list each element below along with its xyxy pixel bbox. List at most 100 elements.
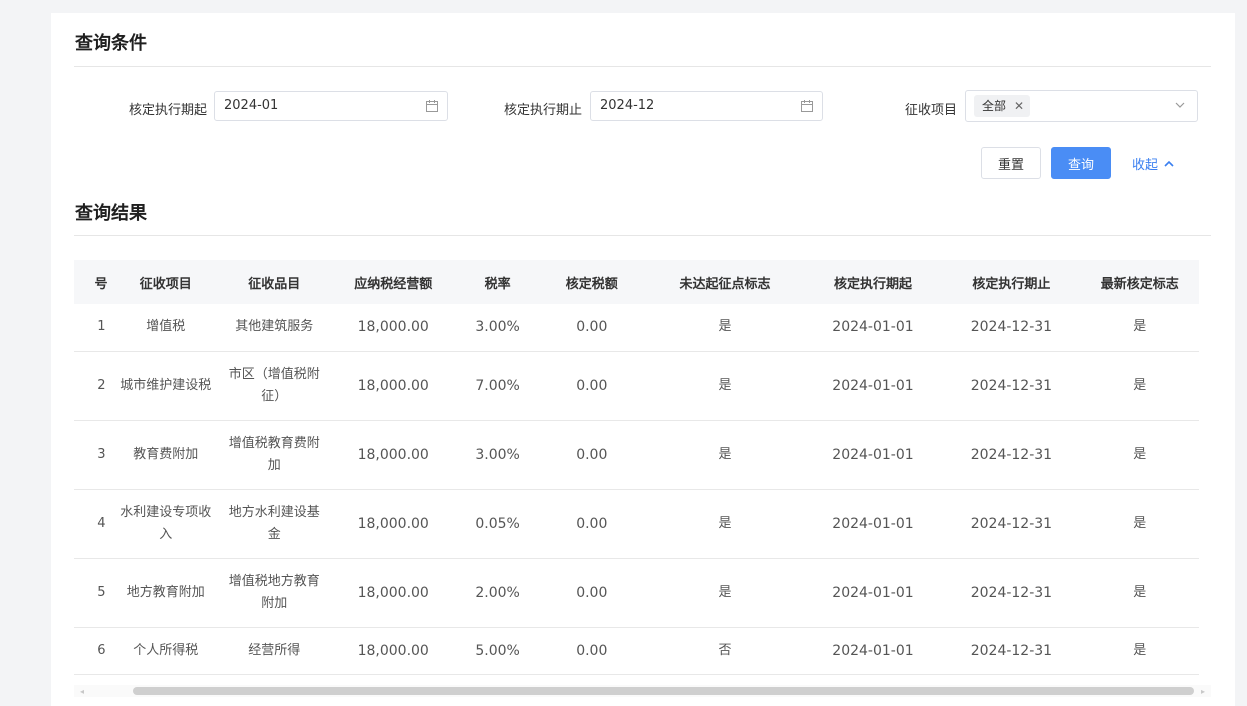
cell-tax: 0.00 [537, 304, 647, 352]
start-period-input[interactable]: 2024-01 [214, 91, 448, 121]
row-number: 3 [74, 420, 112, 490]
cell-tax: 0.00 [537, 627, 647, 675]
cell-threshold-flag: 是 [646, 304, 804, 352]
cell-item: 城市维护建设税 [111, 351, 220, 421]
end-period-label: 核定执行期止 [503, 103, 582, 118]
cell-tax: 0.00 [537, 489, 647, 559]
cell-end: 2024-12-31 [942, 627, 1081, 675]
results-table-container: 号 征收项目 征收品目 应纳税经营额 税率 核定税额 未达起征点标志 核定执行期… [74, 260, 1211, 685]
cell-threshold-flag: 是 [646, 351, 804, 421]
collapse-toggle[interactable]: 收起 [1132, 154, 1174, 173]
cell-sub-item: 地方水利建设基金 [219, 489, 329, 559]
calendar-icon [801, 100, 813, 112]
row-number: 4 [74, 489, 112, 559]
cell-rate: 3.00% [457, 304, 538, 352]
query-button[interactable]: 查询 [1051, 147, 1111, 179]
cell-rate: 5.00% [457, 627, 538, 675]
table-row[interactable]: 3 教育费附加 增值税教育费附加 18,000.00 3.00% 0.00 是 … [74, 420, 1199, 490]
column-header: 征收品目 [219, 260, 329, 304]
cell-end: 2024-12-31 [942, 558, 1081, 628]
cell-item: 地方教育附加 [111, 558, 220, 628]
results-section-title: 查询结果 [75, 203, 147, 224]
cell-end: 2024-12-31 [942, 304, 1081, 352]
row-number: 5 [74, 558, 112, 628]
table-header-row: 号 征收项目 征收品目 应纳税经营额 税率 核定税额 未达起征点标志 核定执行期… [74, 260, 1199, 304]
cell-threshold-flag: 是 [646, 489, 804, 559]
collection-item-label: 征收项目 [904, 103, 957, 118]
results-table: 号 征收项目 征收品目 应纳税经营额 税率 核定税额 未达起征点标志 核定执行期… [74, 260, 1199, 675]
results-divider [74, 235, 1211, 236]
selected-tag: 全部 ✕ [974, 95, 1031, 117]
cell-tax: 0.00 [537, 558, 647, 628]
cell-sub-item: 增值税教育费附加 [219, 420, 329, 490]
cell-rate: 7.00% [457, 351, 538, 421]
cell-latest-flag: 是 [1080, 489, 1199, 559]
scrollbar-thumb[interactable] [133, 687, 1194, 695]
horizontal-scrollbar[interactable]: ◂ ▸ [74, 685, 1211, 697]
cell-amount: 18,000.00 [328, 558, 458, 628]
cell-amount: 18,000.00 [328, 351, 458, 421]
table-row[interactable]: 6 个人所得税 经营所得 18,000.00 5.00% 0.00 否 2024… [74, 627, 1199, 675]
main-card: 查询条件 核定执行期起 2024-01 核定执行期止 2024-12 征收项目 … [51, 13, 1235, 706]
cell-latest-flag: 是 [1080, 627, 1199, 675]
table-row[interactable]: 1 增值税 其他建筑服务 18,000.00 3.00% 0.00 是 2024… [74, 304, 1199, 352]
column-header: 征收项目 [111, 260, 220, 304]
cell-start: 2024-01-01 [803, 558, 943, 628]
row-number: 6 [74, 627, 112, 675]
cell-sub-item: 经营所得 [219, 627, 329, 675]
cell-latest-flag: 是 [1080, 351, 1199, 421]
cell-amount: 18,000.00 [328, 304, 458, 352]
column-header: 未达起征点标志 [646, 260, 804, 304]
cell-amount: 18,000.00 [328, 420, 458, 490]
cell-rate: 3.00% [457, 420, 538, 490]
cell-end: 2024-12-31 [942, 351, 1081, 421]
column-header: 核定执行期起 [803, 260, 943, 304]
cell-start: 2024-01-01 [803, 489, 943, 559]
cell-latest-flag: 是 [1080, 304, 1199, 352]
cell-end: 2024-12-31 [942, 420, 1081, 490]
cell-end: 2024-12-31 [942, 489, 1081, 559]
cell-sub-item: 增值税地方教育附加 [219, 558, 329, 628]
end-period-input[interactable]: 2024-12 [590, 91, 823, 121]
column-header: 应纳税经营额 [328, 260, 458, 304]
cell-rate: 0.05% [457, 489, 538, 559]
cell-rate: 2.00% [457, 558, 538, 628]
table-row[interactable]: 5 地方教育附加 增值税地方教育附加 18,000.00 2.00% 0.00 … [74, 558, 1199, 628]
start-period-value: 2024-01 [224, 98, 279, 113]
cell-threshold-flag: 是 [646, 558, 804, 628]
calendar-icon [426, 100, 438, 112]
cell-amount: 18,000.00 [328, 489, 458, 559]
scroll-right-icon[interactable]: ▸ [1201, 687, 1205, 696]
cell-tax: 0.00 [537, 351, 647, 421]
cell-start: 2024-01-01 [803, 627, 943, 675]
row-number: 1 [74, 304, 112, 352]
end-period-value: 2024-12 [600, 98, 655, 113]
table-row[interactable]: 4 水利建设专项收入 地方水利建设基金 18,000.00 0.05% 0.00… [74, 489, 1199, 559]
query-section-title: 查询条件 [75, 33, 147, 54]
cell-start: 2024-01-01 [803, 420, 943, 490]
collapse-label: 收起 [1132, 158, 1159, 173]
chevron-up-icon [1164, 160, 1174, 167]
cell-tax: 0.00 [537, 420, 647, 490]
cell-latest-flag: 是 [1080, 420, 1199, 490]
column-header: 核定执行期止 [942, 260, 1081, 304]
query-divider [74, 66, 1211, 67]
row-number: 2 [74, 351, 112, 421]
column-header: 最新核定标志 [1080, 260, 1199, 304]
reset-button[interactable]: 重置 [981, 147, 1041, 179]
cell-threshold-flag: 否 [646, 627, 804, 675]
table-row[interactable]: 2 城市维护建设税 市区（增值税附征） 18,000.00 7.00% 0.00… [74, 351, 1199, 421]
cell-sub-item: 其他建筑服务 [219, 304, 329, 352]
column-header: 税率 [457, 260, 538, 304]
cell-item: 增值税 [111, 304, 220, 352]
cell-item: 个人所得税 [111, 627, 220, 675]
scroll-left-icon[interactable]: ◂ [80, 687, 84, 696]
close-icon[interactable]: ✕ [1014, 95, 1024, 117]
collection-item-select[interactable]: 全部 ✕ [965, 90, 1198, 122]
cell-threshold-flag: 是 [646, 420, 804, 490]
start-period-label: 核定执行期起 [128, 103, 207, 118]
column-header: 核定税额 [537, 260, 647, 304]
selected-tag-label: 全部 [982, 99, 1007, 113]
chevron-down-icon [1175, 102, 1185, 108]
cell-latest-flag: 是 [1080, 558, 1199, 628]
